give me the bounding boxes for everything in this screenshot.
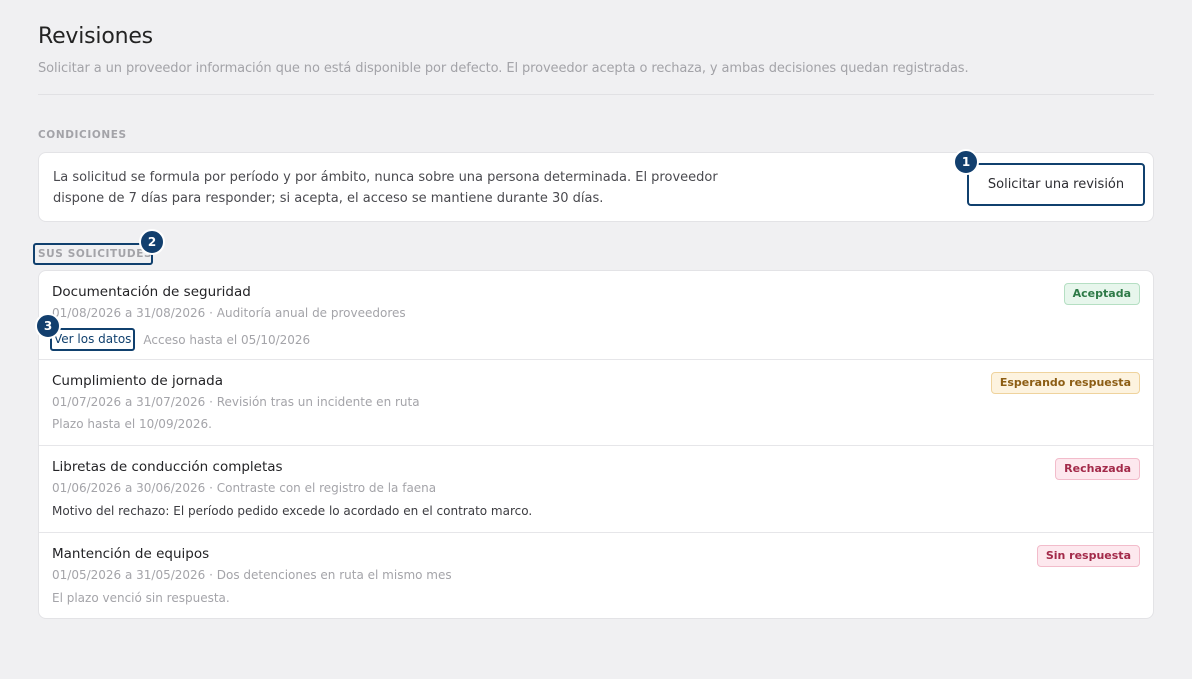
request-item-driving-logs: Libretas de conducción completas 01/06/2… xyxy=(39,446,1153,533)
request-meta: 01/05/2026 a 31/05/2026 · Dos detencione… xyxy=(52,568,452,582)
step-marker-2: 2 xyxy=(139,229,165,255)
request-item-work-hours: Cumplimiento de jornada 01/07/2026 a 31/… xyxy=(39,360,1153,446)
page-title: Revisiones xyxy=(38,24,153,49)
request-rejection-reason: Motivo del rechazo: El período pedido ex… xyxy=(52,504,533,518)
view-data-link[interactable]: Ver los datos xyxy=(50,328,136,351)
status-badge-no-response: Sin respuesta xyxy=(1036,545,1140,567)
header-divider xyxy=(38,94,1154,95)
request-deadline-note: Plazo hasta el 10/09/2026. xyxy=(52,417,212,431)
conditions-text: La solicitud se formula por período y po… xyxy=(53,167,753,209)
requests-list: Documentación de seguridad 01/08/2026 a … xyxy=(38,270,1154,619)
request-title: Cumplimiento de jornada xyxy=(52,373,223,389)
status-badge-accepted: Aceptada xyxy=(1063,283,1140,305)
request-expired-note: El plazo venció sin respuesta. xyxy=(52,591,230,605)
request-review-button[interactable]: Solicitar una revisión xyxy=(967,163,1145,206)
request-access-row: Ver los datos Acceso hasta el 05/10/2026 xyxy=(50,328,310,351)
requests-label-highlight xyxy=(33,243,153,265)
request-item-security-docs: Documentación de seguridad 01/08/2026 a … xyxy=(39,271,1153,360)
step-marker-3: 3 xyxy=(35,313,61,339)
request-title: Mantención de equipos xyxy=(52,546,210,562)
access-until-text: Acceso hasta el 05/10/2026 xyxy=(143,332,311,347)
conditions-line-2: dispone de 7 días para responder; si ace… xyxy=(53,191,604,206)
request-item-equipment-maintenance: Mantención de equipos 01/05/2026 a 31/05… xyxy=(39,533,1153,618)
page-subtitle: Solicitar a un proveedor información que… xyxy=(38,61,969,76)
status-badge-waiting: Esperando respuesta xyxy=(990,372,1140,394)
request-meta: 01/06/2026 a 30/06/2026 · Contraste con … xyxy=(52,481,437,495)
request-meta: 01/08/2026 a 31/08/2026 · Auditoría anua… xyxy=(52,306,406,320)
request-title: Documentación de seguridad xyxy=(52,284,251,300)
step-marker-1: 1 xyxy=(953,149,979,175)
status-badge-rejected: Rechazada xyxy=(1055,458,1140,480)
request-meta: 01/07/2026 a 31/07/2026 · Revisión tras … xyxy=(52,395,420,409)
request-title: Libretas de conducción completas xyxy=(52,459,283,475)
conditions-line-1: La solicitud se formula por período y po… xyxy=(53,170,718,185)
conditions-section-label: CONDICIONES xyxy=(38,129,127,141)
conditions-card: La solicitud se formula por período y po… xyxy=(38,152,1154,222)
